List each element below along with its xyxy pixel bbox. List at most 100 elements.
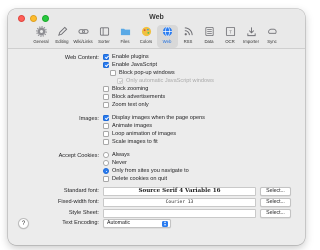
tab-editing[interactable]: Editing [52,25,73,48]
fixed-font-row: Fixed-width font: Courier 13 Select... [8,198,305,207]
only-automatic-js-checkbox: Only automatic JavaScript windows [117,78,214,84]
tab-files[interactable]: Files [115,25,136,48]
titlebar: Web General Editing Wiki/Links Sorter Fi… [8,9,305,49]
fixed-font-label: Fixed-width font: [57,199,99,206]
window-title: Web [149,14,164,21]
block-ads-checkbox[interactable]: Block advertisements [103,94,165,100]
web-content-label: Web Content: [64,54,99,61]
cookies-always-text: Always [112,152,130,158]
enable-plugins-text: Enable plugins [112,54,149,60]
ocr-icon: T [225,26,235,37]
tab-sync[interactable]: Sync [262,25,283,48]
tab-editing-label: Editing [55,39,69,44]
fixed-font-select-button[interactable]: Select... [260,198,291,207]
preferences-toolbar: General Editing Wiki/Links Sorter Files … [8,25,305,48]
style-sheet-field[interactable] [103,209,256,218]
fixed-font-value: Courier 13 [165,199,194,205]
tab-importer[interactable]: Importer [241,25,262,48]
cookies-visited-text: Only from sites you navigate to [112,168,189,174]
animate-images-checkbox[interactable]: Animate images [103,123,152,129]
display-images-checkbox[interactable]: Display images when the page opens [103,115,205,121]
tab-web-label: Web [162,39,172,44]
images-row: Images: Display images when the page ope… [8,115,305,123]
cookies-visited-dot[interactable] [103,168,109,174]
rss-icon [184,27,193,36]
block-ads-text: Block advertisements [112,94,166,100]
only-automatic-js-box [117,78,123,84]
preferences-window: Web General Editing Wiki/Links Sorter Fi… [8,9,305,245]
importer-icon [246,27,256,37]
standard-font-row: Standard font: Source Serif 4 Variable 1… [8,187,305,196]
zoom-text-only-checkbox[interactable]: Zoom text only [103,102,149,108]
tab-general[interactable]: General [31,25,52,48]
cookies-visited-radio[interactable]: Only from sites you navigate to [103,168,189,174]
tab-sorter-label: Sorter [98,39,110,44]
chevron-updown-icon: ▴ ▾ [162,220,168,228]
block-popups-checkbox[interactable]: Block pop-up windows [110,70,175,76]
delete-cookies-box[interactable] [103,176,109,182]
tab-web[interactable]: Web [156,25,178,48]
loop-animation-text: Loop animation of images [112,131,177,137]
scale-images-text: Scale images to fit [112,139,158,145]
tab-wiki-links-label: Wiki/Links [73,39,93,44]
fixed-font-preview: Courier 13 [103,198,256,207]
tab-rss-label: RSS [183,39,193,44]
accept-cookies-row: Accept Cookies: Always [8,152,305,160]
scale-images-checkbox[interactable]: Scale images to fit [103,139,158,145]
images-label: Images: [79,115,99,122]
cookies-never-radio[interactable]: Never [103,160,127,166]
enable-javascript-checkbox[interactable]: Enable JavaScript [103,62,157,68]
enable-plugins-checkmark[interactable] [103,54,109,60]
tab-sorter[interactable]: Sorter [94,25,115,48]
display-images-text: Display images when the page opens [112,115,205,121]
palette-icon [141,26,151,37]
tab-wiki-links[interactable]: Wiki/Links [73,25,94,48]
block-zooming-box[interactable] [103,86,109,92]
cookies-never-text: Never [112,160,127,166]
delete-cookies-text: Delete cookies on quit [112,176,168,182]
loop-animation-box[interactable] [103,131,109,137]
standard-font-value: Source Serif 4 Variable 16 [138,188,221,195]
delete-cookies-checkbox[interactable]: Delete cookies on quit [103,176,167,182]
animate-images-box[interactable] [103,123,109,129]
style-sheet-row: Style Sheet: Select... [8,209,305,218]
block-ads-box[interactable] [103,94,109,100]
style-sheet-label: Style Sheet: [68,210,99,217]
block-popups-text: Block pop-up windows [119,70,175,76]
text-encoding-value: Automatic [107,220,131,226]
tab-ocr-label: OCR [225,39,235,44]
cookies-always-radio[interactable]: Always [103,152,130,158]
loop-animation-checkbox[interactable]: Loop animation of images [103,131,176,137]
tab-colors-label: Colors [139,39,153,44]
display-images-checkmark[interactable] [103,115,109,121]
tab-colors[interactable]: Colors [136,25,157,48]
help-button[interactable]: ? [18,218,29,229]
enable-plugins-checkbox[interactable]: Enable plugins [103,54,149,60]
zoom-text-only-box[interactable] [103,102,109,108]
cookies-never-dot[interactable] [103,160,109,166]
block-popups-box[interactable] [110,70,116,76]
text-encoding-popup[interactable]: Automatic ▴ ▾ [103,219,171,228]
tab-rss[interactable]: RSS [178,25,199,48]
enable-javascript-text: Enable JavaScript [112,62,158,68]
only-automatic-js-text: Only automatic JavaScript windows [126,78,214,84]
tab-ocr[interactable]: T OCR [220,25,241,48]
scale-images-box[interactable] [103,139,109,145]
data-icon [204,26,214,37]
cookies-always-dot[interactable] [103,152,109,158]
standard-font-label: Standard font: [63,188,99,195]
tab-files-label: Files [120,39,130,44]
block-zooming-text: Block zooming [112,86,149,92]
tab-data[interactable]: Data [199,25,220,48]
sorter-icon [99,27,109,36]
pencil-icon [57,26,67,36]
tab-importer-label: Importer [243,39,259,44]
folder-icon [120,28,130,36]
enable-javascript-checkmark[interactable] [103,62,109,68]
standard-font-select-button[interactable]: Select... [260,187,291,196]
zoom-text-only-text: Zoom text only [112,102,149,108]
tab-sync-label: Sync [267,39,277,44]
style-sheet-select-button[interactable]: Select... [260,209,291,218]
link-icon [77,29,89,34]
block-zooming-checkbox[interactable]: Block zooming [103,86,148,92]
